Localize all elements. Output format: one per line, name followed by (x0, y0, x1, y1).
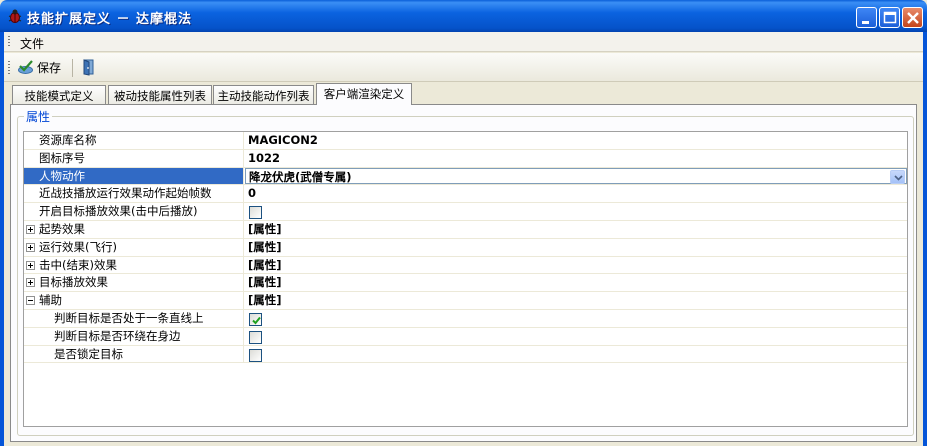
property-name: 是否锁定目标 (54, 346, 123, 361)
property-row[interactable]: 开启目标播放效果(击中后播放) (24, 203, 907, 221)
property-value[interactable]: 0 (245, 185, 907, 202)
property-name: 目标播放效果 (39, 275, 108, 290)
property-row[interactable]: 判断目标是否处于一条直线上 (24, 309, 907, 328)
property-row[interactable]: 资源库名称 MAGICON2 (24, 132, 907, 150)
property-value[interactable]: 1022 (245, 150, 907, 167)
toolbar: 保存 (4, 53, 923, 82)
collapse-icon[interactable] (26, 296, 35, 306)
expand-icon[interactable] (26, 224, 35, 234)
save-check-icon (17, 58, 34, 78)
property-row[interactable]: 辅助 [属性] (24, 292, 907, 310)
surround-checkbox[interactable] (249, 330, 262, 344)
tab-skill-mode[interactable]: 技能模式定义 (12, 85, 106, 104)
property-row[interactable]: 击中(结束)效果 [属性] (24, 256, 907, 275)
maximize-button[interactable] (879, 7, 900, 28)
dropdown-arrow-icon[interactable] (890, 169, 905, 184)
property-name: 击中(结束)效果 (39, 257, 117, 272)
toolbar-separator (72, 59, 73, 77)
property-value[interactable]: MAGICON2 (245, 132, 907, 149)
tab-client-render[interactable]: 客户端渲染定义 (316, 83, 412, 105)
property-value[interactable]: [属性] (245, 257, 907, 274)
window-frame-right (923, 32, 927, 446)
property-name: 起势效果 (39, 221, 85, 236)
close-button[interactable] (902, 7, 923, 28)
group-title: 属性 (24, 108, 53, 125)
menu-file[interactable]: 文件 (20, 35, 44, 52)
title-bar[interactable]: 技能扩展定义 － 达摩棍法 (0, 0, 927, 32)
lock-target-checkbox[interactable] (249, 348, 262, 362)
property-name: 运行效果(飞行) (39, 239, 117, 254)
property-value[interactable]: [属性] (245, 221, 907, 238)
property-row[interactable]: 运行效果(飞行) [属性] (24, 238, 907, 257)
tab-passive-skill-attributes[interactable]: 被动技能属性列表 (108, 85, 212, 104)
straight-line-checkbox[interactable] (249, 312, 262, 326)
property-row[interactable]: 起势效果 [属性] (24, 220, 907, 239)
property-value[interactable]: [属性] (245, 292, 907, 309)
property-name: 判断目标是否环绕在身边 (54, 328, 181, 343)
app-bug-icon (7, 8, 23, 24)
minimize-button[interactable] (856, 7, 877, 28)
property-name: 人物动作 (39, 168, 85, 183)
expand-icon[interactable] (26, 278, 35, 288)
action-combo[interactable]: 降龙伏虎(武僧专属) (245, 167, 907, 185)
window-title: 技能扩展定义 － 达摩棍法 (27, 12, 193, 27)
property-row[interactable]: 近战技播放运行效果动作起始帧数 0 (24, 185, 907, 204)
expand-icon[interactable] (26, 260, 35, 270)
property-name: 判断目标是否处于一条直线上 (54, 310, 204, 325)
property-row-selected[interactable]: 人物动作 降龙伏虎(武僧专属) (24, 167, 907, 186)
property-name: 辅助 (39, 293, 62, 308)
save-button[interactable]: 保存 (17, 57, 61, 78)
property-row[interactable]: 判断目标是否环绕在身边 (24, 327, 907, 346)
toolbar-grip[interactable] (8, 61, 10, 75)
property-value[interactable]: [属性] (245, 274, 907, 291)
property-value[interactable]: [属性] (245, 239, 907, 256)
exit-door-icon[interactable] (80, 58, 98, 76)
property-name: 图标序号 (39, 150, 85, 165)
property-name: 近战技播放运行效果动作起始帧数 (39, 186, 212, 201)
save-label: 保存 (37, 61, 62, 75)
tab-active-skill-actions[interactable]: 主动技能动作列表 (213, 85, 314, 104)
property-grid: 资源库名称 MAGICON2 图标序号 1022 人物动作 降龙伏虎(武僧专属)… (23, 131, 908, 427)
window-frame-left (0, 32, 4, 446)
property-name: 资源库名称 (39, 133, 97, 147)
property-name: 开启目标播放效果(击中后播放) (39, 204, 198, 219)
target-effect-checkbox[interactable] (249, 206, 262, 220)
menu-grip[interactable] (8, 36, 10, 48)
expand-icon[interactable] (26, 242, 35, 252)
property-row[interactable]: 是否锁定目标 (24, 345, 907, 364)
combo-value: 降龙伏虎(武僧专属) (249, 169, 352, 184)
menu-bar: 文件 (4, 32, 923, 52)
property-row[interactable]: 图标序号 1022 (24, 149, 907, 168)
property-row[interactable]: 目标播放效果 [属性] (24, 274, 907, 293)
